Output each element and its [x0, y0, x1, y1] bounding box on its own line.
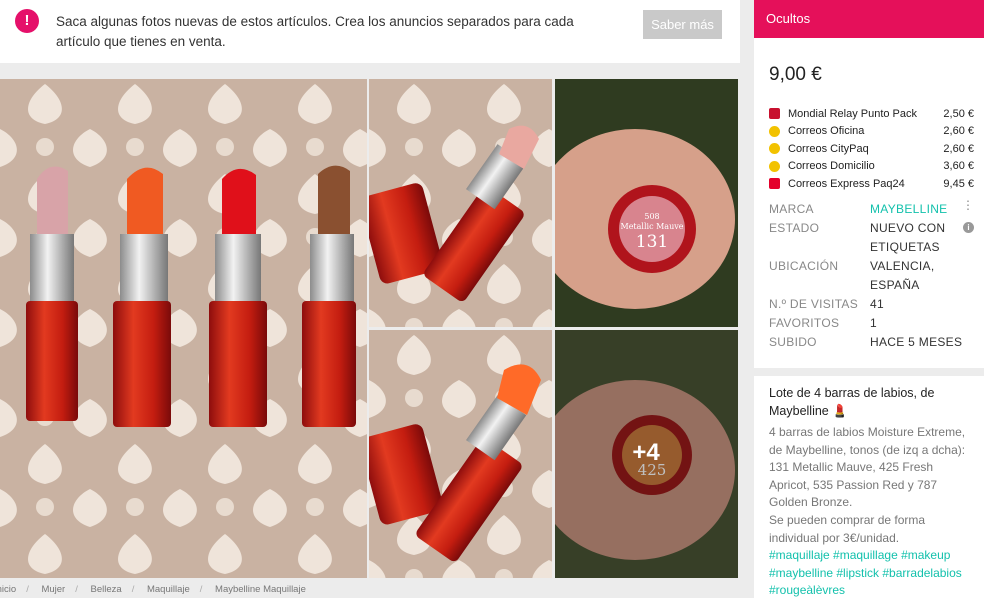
product-description: 4 barras de labios Moisture Extreme, de … — [769, 424, 974, 598]
shipping-price: 2,50 € — [943, 107, 974, 120]
shipping-name: Correos Oficina — [788, 125, 865, 138]
product-details: MARCA MAYBELLINE ESTADO NUEVO CON ETIQUETA… — [769, 200, 974, 352]
shipping-price: 2,60 € — [943, 125, 974, 138]
shipping-option: Correos Express Paq24 9,45 € — [769, 175, 974, 193]
lipstick-bottom-photo: 508 Metallic Mauve 131 — [555, 79, 738, 327]
breadcrumb-item[interactable]: Belleza — [91, 584, 122, 595]
detail-label: UBICACIÓN — [769, 259, 839, 273]
correos-icon — [769, 143, 780, 155]
info-icon[interactable]: i — [963, 222, 974, 233]
photo-notice-banner: ! Saca algunas fotos nuevas de estos art… — [0, 0, 740, 63]
shipping-option: Correos Domicilio 3,60 € — [769, 158, 974, 176]
lipsticks-photo — [0, 79, 367, 578]
more-photos-count: +4 — [632, 439, 660, 466]
brand-link[interactable]: MAYBELLINE — [870, 200, 974, 219]
detail-value: NUEVO CON ETIQUETAS — [870, 221, 946, 254]
main-column: ! Saca algunas fotos nuevas de estos art… — [0, 0, 754, 598]
lipstick-orange-photo — [369, 330, 552, 578]
shipping-name: Correos Domicilio — [788, 160, 875, 173]
correos-icon — [769, 125, 780, 137]
photo-4[interactable] — [369, 330, 552, 578]
correos-express-icon — [769, 178, 780, 190]
main-photo[interactable] — [0, 79, 367, 578]
description-text: 4 barras de labios Moisture Extreme, de … — [769, 425, 966, 510]
breadcrumb: Inicio/ Mujer/ Belleza/ Maquillaje/ Mayb… — [0, 584, 740, 598]
notice-text: Saca algunas fotos nuevas de estos artíc… — [56, 14, 574, 49]
detail-value: 1 — [870, 316, 877, 330]
breadcrumb-item[interactable]: Maquillaje — [147, 584, 190, 595]
breadcrumb-item[interactable]: Mujer — [41, 584, 65, 595]
detail-label: ESTADO — [769, 221, 820, 235]
photo-caption-number: 131 — [636, 232, 668, 252]
photo-5-more[interactable]: 425 +4 — [555, 330, 738, 578]
detail-value: HACE 5 MESES — [870, 335, 963, 349]
product-info-card: 9,00 € Mondial Relay Punto Pack 2,50 € C… — [754, 38, 984, 368]
photo-caption-line: 508 — [644, 212, 659, 221]
learn-more-button[interactable]: Saber más — [643, 10, 722, 39]
shipping-options: Mondial Relay Punto Pack 2,50 € Correos … — [769, 105, 974, 193]
breadcrumb-item[interactable]: Maybelline Maquillaje — [215, 584, 306, 595]
lipstick-open-photo — [369, 79, 552, 327]
alert-icon: ! — [15, 9, 39, 33]
price: 9,00 € — [769, 64, 822, 85]
description-text: Se pueden comprar de forma individual po… — [769, 512, 926, 545]
shipping-name: Mondial Relay Punto Pack — [788, 107, 918, 120]
hashtags[interactable]: #maquillaje #maquillage #makeup #maybell… — [769, 547, 974, 598]
shipping-option: Correos Oficina 2,60 € — [769, 123, 974, 141]
correos-icon — [769, 160, 780, 172]
detail-label: SUBIDO — [769, 335, 817, 349]
shipping-option: Mondial Relay Punto Pack 2,50 € — [769, 105, 974, 123]
photo-caption-line: Metallic Mauve — [621, 222, 684, 231]
lipstick-bottom-photo-2: 425 +4 — [555, 330, 738, 578]
mondial-relay-icon — [769, 108, 780, 120]
detail-label: FAVORITOS — [769, 316, 840, 330]
shipping-price: 9,45 € — [943, 177, 974, 190]
more-options-icon[interactable]: ⋮ — [962, 198, 974, 212]
status-banner: Ocultos — [754, 0, 984, 38]
detail-value: VALENCIA, ESPAÑA — [870, 259, 935, 292]
sidebar: Ocultos 9,00 € Mondial Relay Punto Pack … — [754, 0, 984, 598]
photo-gallery: 508 Metallic Mauve 131 425 — [0, 79, 738, 578]
photo-2[interactable] — [369, 79, 552, 327]
product-title: Lote de 4 barras de labios, de Maybellin… — [769, 386, 935, 418]
shipping-price: 3,60 € — [943, 160, 974, 173]
detail-label: MARCA — [769, 202, 814, 216]
detail-label: N.º DE VISITAS — [769, 297, 859, 311]
shipping-name: Correos CityPaq — [788, 142, 869, 155]
breadcrumb-item[interactable]: Inicio — [0, 584, 16, 595]
shipping-option: Correos CityPaq 2,60 € — [769, 140, 974, 158]
detail-value: 41 — [870, 297, 884, 311]
shipping-price: 2,60 € — [943, 142, 974, 155]
shipping-name: Correos Express Paq24 — [788, 177, 905, 190]
description-card: Lote de 4 barras de labios, de Maybellin… — [754, 376, 984, 598]
photo-3[interactable]: 508 Metallic Mauve 131 — [555, 79, 738, 327]
